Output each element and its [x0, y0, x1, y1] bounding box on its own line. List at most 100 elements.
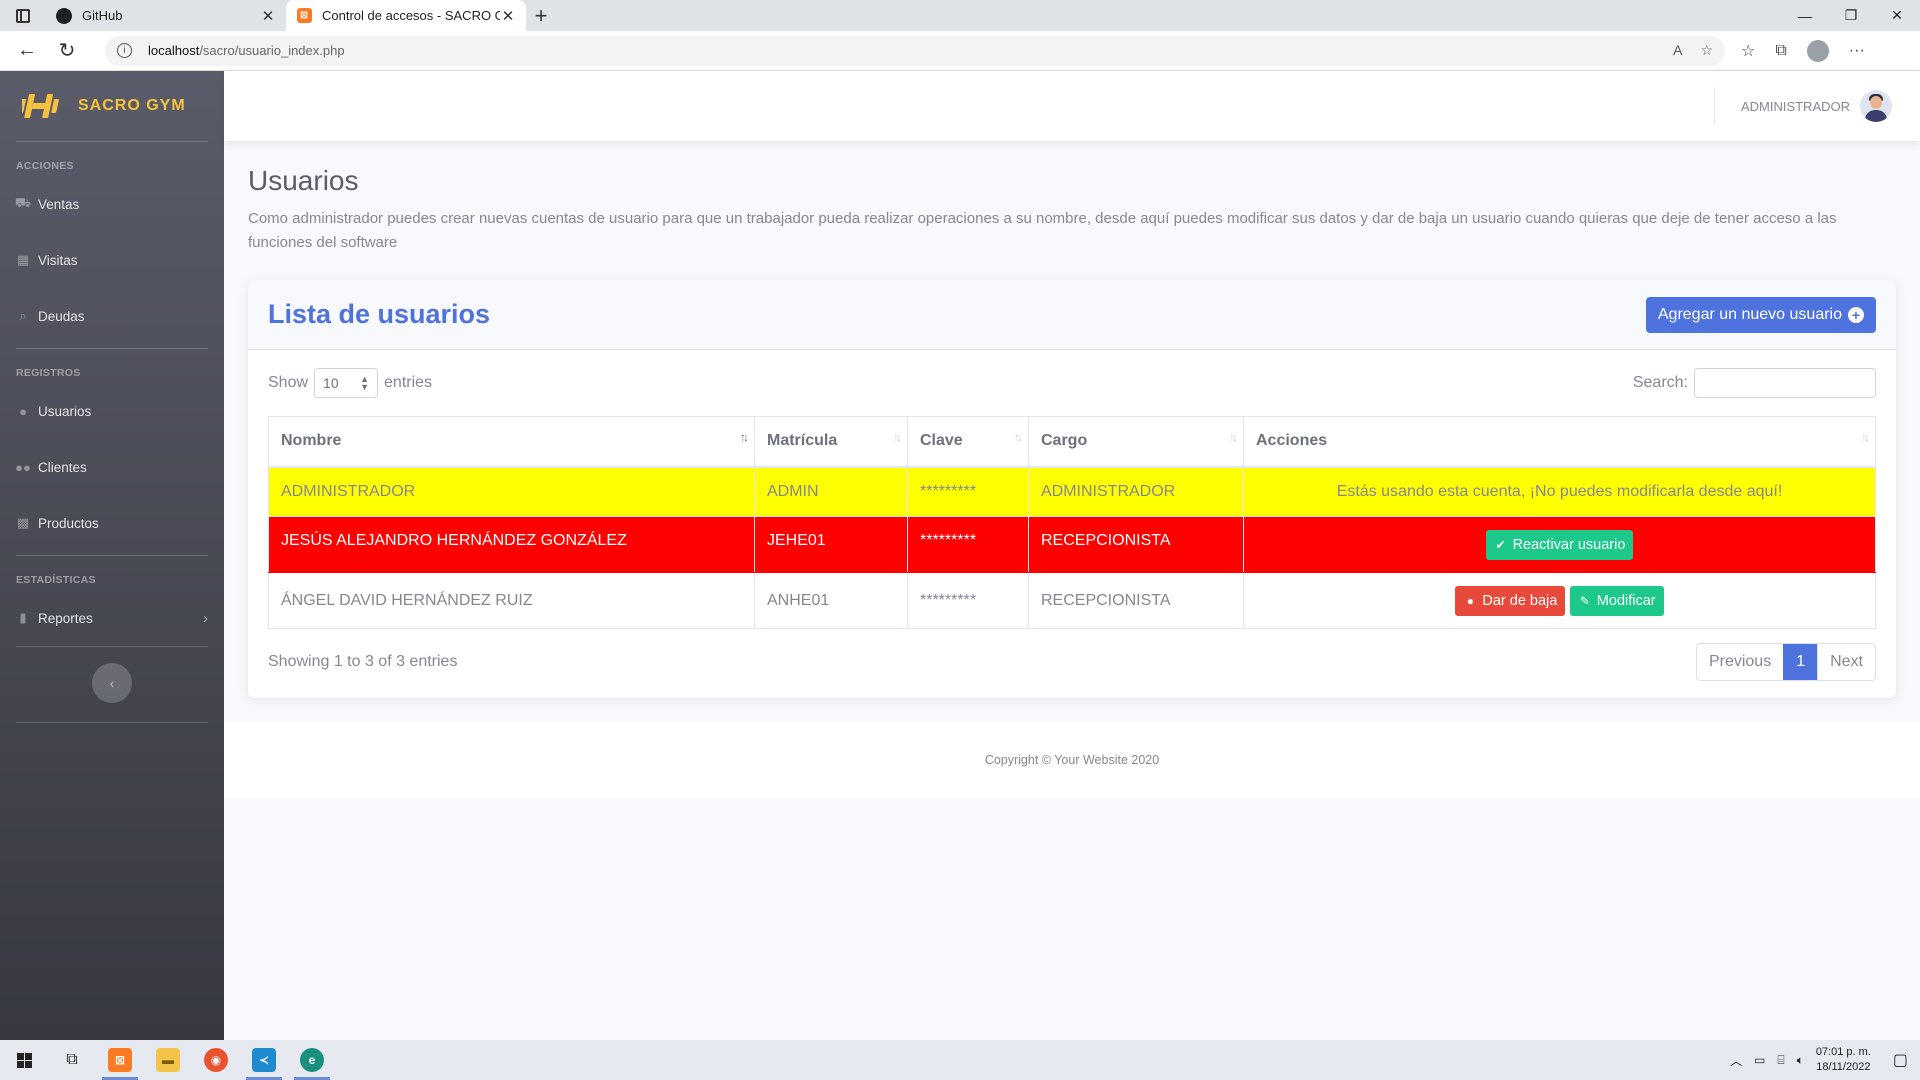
sort-icon: ↑↓ — [740, 430, 749, 444]
arrow-left-icon: ← — [17, 39, 37, 61]
cell-matricula: JEHE01 — [754, 516, 908, 573]
tab-actions-button[interactable] — [0, 0, 46, 31]
table-row: ÁNGEL DAVID HERNÁNDEZ RUIZ ANHE01 ******… — [268, 572, 1876, 629]
task-view-button[interactable]: ⧉ — [48, 1040, 96, 1080]
windows-taskbar: ⧉ ⊠ ▬ ◉ ≺ e ︿ ▭ ⌸ 🔈︎ 07:01 p. m. 18/11/2… — [0, 1040, 1920, 1080]
user-icon: ● — [19, 403, 27, 419]
taskbar-edge[interactable]: e — [288, 1040, 336, 1080]
clock-date: 18/11/2022 — [1816, 1061, 1871, 1073]
notifications-icon[interactable]: ▢ — [1893, 1050, 1908, 1070]
refresh-button[interactable]: ↻ — [47, 33, 87, 69]
column-header-cargo[interactable]: Cargo ↑↓ — [1028, 416, 1244, 468]
column-header-nombre[interactable]: Nombre ↑↓ — [268, 416, 755, 468]
sidebar-item-deudas[interactable]: ⌕ Deudas — [0, 288, 224, 344]
folder-icon: ▬ — [156, 1048, 180, 1072]
boxes-icon: ▩ — [16, 515, 30, 530]
browser-tab-github[interactable]: GitHub ✕ — [46, 0, 286, 31]
datatable-controls: Show 10 ▲ ▼ entries Search: — [248, 350, 1896, 416]
read-aloud-icon[interactable]: A — [1673, 42, 1682, 59]
clock[interactable]: 07:01 p. m. 18/11/2022 — [1816, 1045, 1871, 1075]
users-table: Nombre ↑↓ Matrícula ↑↓ Clave ↑↓ Cargo ↑↓ Acc… — [268, 416, 1876, 629]
browser-tab-sacro[interactable]: ⊠ Control de accesos - SACRO GYM ✕ — [286, 0, 526, 31]
sidebar-item-label: Visitas — [38, 252, 78, 268]
cell-clave: ********* — [907, 572, 1029, 629]
topbar: ADMINISTRADOR — [224, 71, 1920, 141]
column-header-label: Matrícula — [767, 432, 838, 450]
xampp-icon: ⊠ — [296, 8, 312, 24]
show-label: Show — [268, 374, 309, 391]
sidebar-item-visitas[interactable]: ▦ Visitas — [0, 232, 224, 288]
card-header: Lista de usuarios Agregar un nuevo usuar… — [248, 280, 1896, 350]
back-button[interactable]: ← — [7, 33, 47, 69]
user-check-icon: ✔ — [1495, 537, 1506, 552]
pagination-page-1[interactable]: 1 — [1783, 644, 1818, 680]
start-button[interactable] — [0, 1040, 48, 1080]
minimize-icon[interactable]: — — [1782, 8, 1828, 24]
sidebar-item-reportes[interactable]: ▮ Reportes › — [0, 590, 224, 646]
url-field[interactable]: i localhost/sacro/usuario_index.php A ☆ — [105, 35, 1725, 66]
sort-updown-icon: ▲ ▼ — [360, 374, 370, 392]
sidebar-item-usuarios[interactable]: ● Usuarios — [0, 383, 224, 439]
favorites-icon[interactable]: ☆ — [1741, 41, 1755, 61]
pagination-next[interactable]: Next — [1817, 644, 1875, 680]
profile-icon[interactable] — [1806, 39, 1829, 62]
search-label: Search: — [1632, 374, 1688, 391]
add-favorite-icon[interactable]: ☆ — [1700, 42, 1713, 59]
cell-nombre: ADMINISTRADOR — [268, 466, 755, 517]
column-header-label: Nombre — [281, 432, 342, 450]
restore-icon[interactable]: ❐ — [1828, 7, 1874, 24]
pagination-previous[interactable]: Previous — [1697, 644, 1783, 680]
sidebar-toggle-button[interactable]: ‹ — [92, 663, 132, 703]
entries-select[interactable]: 10 ▲ ▼ — [314, 368, 379, 398]
column-header-label: Acciones — [1256, 432, 1328, 450]
search-input[interactable] — [1694, 368, 1876, 398]
network-icon[interactable]: ⌸ — [1777, 1053, 1784, 1068]
deactivate-user-button[interactable]: ● Dar de baja — [1455, 585, 1566, 616]
calendar-icon: ▦ — [16, 252, 30, 267]
new-tab-button[interactable]: + — [526, 0, 556, 31]
user-dropdown[interactable]: ADMINISTRADOR — [1741, 90, 1892, 122]
sidebar-item-productos[interactable]: ▩ Productos — [0, 495, 224, 551]
sort-icon: ↑↓ — [1014, 430, 1023, 444]
tab-actions-icon — [16, 8, 30, 23]
sidebar-item-label: Deudas — [38, 308, 85, 324]
more-options-icon[interactable]: ··· — [1849, 42, 1865, 60]
taskbar-vscode[interactable]: ≺ — [240, 1040, 288, 1080]
volume-icon[interactable]: 🔈︎ — [1797, 1053, 1804, 1068]
sidebar-item-ventas[interactable]: ⛟ Ventas — [0, 176, 224, 232]
edge-icon: e — [300, 1048, 324, 1072]
taskbar-xampp[interactable]: ⊠ — [96, 1040, 144, 1080]
collections-icon[interactable]: ⧉ — [1775, 42, 1786, 60]
sidebar-item-clientes[interactable]: ●● Clientes — [0, 439, 224, 495]
meet-now-icon[interactable]: ▭ — [1754, 1053, 1765, 1067]
info-icon[interactable]: i — [117, 43, 132, 58]
file-icon: ▮ — [19, 610, 27, 625]
close-window-icon[interactable]: ✕ — [1874, 7, 1920, 24]
column-header-label: Clave — [920, 432, 963, 450]
taskbar-file-explorer[interactable]: ▬ — [144, 1040, 192, 1080]
brand-name: SACRO GYM — [78, 97, 186, 114]
close-tab-icon[interactable]: ✕ — [500, 7, 516, 25]
table-header-row: Nombre ↑↓ Matrícula ↑↓ Clave ↑↓ Cargo ↑↓ Acc… — [268, 416, 1876, 468]
main-content: Usuarios Como administrador puedes crear… — [248, 141, 1896, 255]
column-header-matricula[interactable]: Matrícula ↑↓ — [754, 416, 908, 468]
firefox-icon: ◉ — [204, 1048, 228, 1072]
sort-icon: ↑↓ — [893, 430, 902, 444]
pagination: Previous 1 Next — [1695, 643, 1876, 681]
close-tab-icon[interactable]: ✕ — [260, 7, 276, 25]
user-slash-icon: ● — [1466, 593, 1474, 608]
sidebar-brand[interactable]: SACRO GYM — [0, 71, 224, 141]
column-header-clave[interactable]: Clave ↑↓ — [907, 416, 1029, 468]
datatable-footer: Showing 1 to 3 of 3 entries Previous 1 N… — [248, 643, 1896, 681]
modify-user-button[interactable]: ✎ Modificar — [1569, 585, 1664, 616]
reactivate-user-button[interactable]: ✔ Reactivar usuario — [1485, 529, 1634, 560]
entries-select-value: 10 — [323, 375, 339, 391]
column-header-acciones[interactable]: Acciones ↑↓ — [1243, 416, 1876, 468]
cell-cargo: ADMINISTRADOR — [1028, 466, 1244, 517]
chevron-up-icon[interactable]: ︿ — [1730, 1052, 1742, 1069]
tab-title: Control de accesos - SACRO GYM — [322, 8, 500, 23]
add-user-button[interactable]: Agregar un nuevo usuario + — [1645, 296, 1876, 333]
cell-acciones: ● Dar de baja ✎ Modificar — [1243, 572, 1876, 629]
card-title: Lista de usuarios — [268, 299, 491, 329]
taskbar-firefox[interactable]: ◉ — [192, 1040, 240, 1080]
